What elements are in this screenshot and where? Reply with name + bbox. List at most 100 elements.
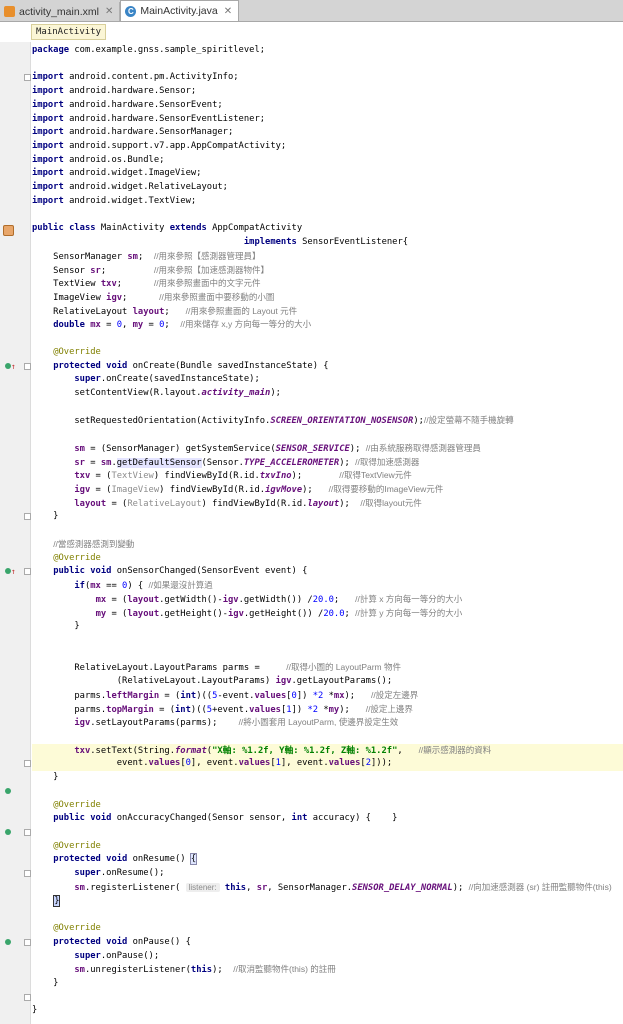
code-line[interactable]: import android.os.Bundle; (32, 154, 623, 168)
code-line[interactable] (32, 428, 623, 442)
code-line[interactable]: //當感測器感測到變動 (32, 538, 623, 552)
close-icon[interactable]: ✕ (224, 6, 232, 17)
fold-marker-icon[interactable] (24, 568, 31, 576)
code-line[interactable] (32, 826, 623, 840)
override-arrow-icon[interactable]: ↑ (11, 362, 16, 371)
code-token: ); (270, 388, 281, 398)
fold-marker-icon[interactable] (24, 938, 31, 946)
code-line[interactable]: public void onSensorChanged(SensorEvent … (32, 565, 623, 579)
code-line[interactable]: } (32, 510, 623, 524)
code-line[interactable]: igv = (ImageView) findViewById(R.id.igvM… (32, 483, 623, 497)
code-line[interactable]: setContentView(R.layout.activity_main); (32, 387, 623, 401)
breadcrumb[interactable]: MainActivity (31, 24, 107, 40)
code-token: ; (137, 251, 154, 262)
code-line[interactable]: sm.unregisterListener(this); //取消監聽物件(th… (32, 963, 623, 977)
code-line[interactable]: Sensor sr; //用來參照【加速感測器物件】 (32, 264, 623, 278)
code-line[interactable]: @Override (32, 346, 623, 360)
code-token: //取得加速感測器 (355, 456, 420, 467)
code-line[interactable]: import android.content.pm.ActivityInfo; (32, 71, 623, 85)
code-line[interactable] (32, 730, 623, 744)
close-icon[interactable]: ✕ (105, 6, 113, 17)
code-line[interactable]: setRequestedOrientation(ActivityInfo.SCR… (32, 414, 623, 428)
code-line[interactable]: my = (layout.getHeight()-igv.getHeight()… (32, 607, 623, 621)
overrides-method-icon[interactable] (5, 787, 11, 794)
run-class-icon[interactable] (3, 225, 14, 237)
code-line[interactable]: @Override (32, 552, 623, 566)
code-line[interactable]: import android.widget.ImageView; (32, 167, 623, 181)
code-line[interactable]: if(mx == 0) { //如果還沒計算過 (32, 579, 623, 593)
code-line[interactable]: RelativeLayout layout; //用來參照畫面的 Layout … (32, 305, 623, 319)
code-line[interactable] (32, 908, 623, 922)
code-line[interactable]: @Override (32, 840, 623, 854)
code-token: = (100, 320, 117, 331)
overrides-method-icon[interactable] (5, 829, 11, 836)
code-line[interactable]: import android.support.v7.app.AppCompatA… (32, 140, 623, 154)
code-line[interactable]: mx = (layout.getWidth()-igv.getWidth()) … (32, 593, 623, 607)
code-line[interactable]: } (32, 894, 623, 909)
code-line[interactable] (32, 401, 623, 415)
code-line[interactable]: public class MainActivity extends AppCom… (32, 222, 623, 236)
code-line[interactable]: super.onPause(); (32, 950, 623, 964)
code-line[interactable]: package com.example.gnss.sample_spiritle… (32, 44, 623, 58)
code-token: //用來儲存 x,y 方向每一等分的大小 (180, 319, 312, 330)
code-line[interactable]: sm = (SensorManager) getSystemService(SE… (32, 442, 623, 456)
code-line[interactable]: import android.hardware.Sensor; (32, 85, 623, 99)
code-line[interactable]: TextView txv; //用來參照畫面中的文字元件 (32, 277, 623, 291)
fold-marker-icon[interactable] (24, 513, 31, 521)
code-line[interactable] (32, 332, 623, 346)
tab-activity-main-xml[interactable]: activity_main.xml ✕ (0, 2, 121, 21)
code-line[interactable] (32, 648, 623, 662)
code-line[interactable]: sr = sm.getDefaultSensor(Sensor.TYPE_ACC… (32, 456, 623, 470)
fold-marker-icon[interactable] (24, 829, 31, 837)
code-line[interactable]: implements SensorEventListener{ (32, 236, 623, 250)
code-line[interactable]: SensorManager sm; //用來參照【感測器管理員】 (32, 250, 623, 264)
code-line[interactable]: import android.widget.TextView; (32, 195, 623, 209)
code-line[interactable]: RelativeLayout.LayoutParams parms = //取得… (32, 661, 623, 675)
code-line[interactable]: public void onAccuracyChanged(Sensor sen… (32, 812, 623, 826)
code-line[interactable]: import android.hardware.SensorEventListe… (32, 113, 623, 127)
code-line[interactable]: txv = (TextView) findViewById(R.id.txvIn… (32, 469, 623, 483)
code-line[interactable]: import android.widget.RelativeLayout; (32, 181, 623, 195)
code-line[interactable] (32, 991, 623, 1005)
code-line[interactable]: protected void onCreate(Bundle savedInst… (32, 360, 623, 374)
code-line[interactable]: parms.topMargin = (int)((5+event.values[… (32, 703, 623, 717)
overrides-method-icon[interactable] (5, 938, 11, 945)
code-line[interactable]: super.onCreate(savedInstanceState); (32, 373, 623, 387)
fold-marker-icon[interactable] (24, 993, 31, 1001)
code-line[interactable]: sm.registerListener( listener: this, sr,… (32, 881, 623, 895)
fold-marker-icon[interactable] (24, 870, 31, 878)
code-line[interactable]: event.values[0], event.values[1], event.… (32, 757, 623, 772)
code-line[interactable] (32, 209, 623, 223)
code-line[interactable]: @Override (32, 799, 623, 813)
code-line[interactable]: ImageView igv; //用來參照畫面中要移動的小圖 (32, 291, 623, 305)
code-line[interactable]: } (32, 620, 623, 634)
code-line[interactable]: txv.setText(String.format("X軸: %1.2f, Y軸… (32, 743, 623, 758)
code-line[interactable]: protected void onPause() { (32, 936, 623, 950)
code-line[interactable]: } (32, 1004, 623, 1018)
code-line[interactable]: } (32, 977, 623, 991)
fold-marker-icon[interactable] (24, 760, 31, 768)
code-line[interactable]: (RelativeLayout.LayoutParams) igv.getLay… (32, 675, 623, 689)
code-line[interactable]: } (32, 771, 623, 785)
fold-marker-icon[interactable] (24, 362, 31, 370)
code-line[interactable]: import android.hardware.SensorManager; (32, 126, 623, 140)
code-line[interactable]: igv.setLayoutParams(parms); //將小圖套用 Layo… (32, 716, 623, 730)
editor-gutter[interactable]: ↑ ↑ (0, 42, 31, 1024)
code-line[interactable]: parms.leftMargin = (int)((5-event.values… (32, 689, 623, 703)
fold-marker-icon[interactable] (24, 74, 31, 82)
code-line[interactable] (32, 58, 623, 72)
code-line[interactable]: super.onResume(); (32, 867, 623, 881)
code-line[interactable]: protected void onResume() { (32, 853, 623, 867)
code-line[interactable] (32, 524, 623, 538)
code-line[interactable] (32, 634, 623, 648)
code-line[interactable]: double mx = 0, my = 0; //用來儲存 x,y 方向每一等分… (32, 318, 623, 332)
code-line[interactable]: @Override (32, 922, 623, 936)
code-token: * (318, 704, 329, 715)
code-line[interactable] (32, 785, 623, 799)
code-line[interactable]: layout = (RelativeLayout) findViewById(R… (32, 497, 623, 511)
code-editor[interactable]: package com.example.gnss.sample_spiritle… (32, 42, 623, 1024)
tab-main-activity-java[interactable]: C MainActivity.java ✕ (120, 0, 240, 21)
code-line[interactable]: import android.hardware.SensorEvent; (32, 99, 623, 113)
override-arrow-icon[interactable]: ↑ (11, 568, 16, 576)
